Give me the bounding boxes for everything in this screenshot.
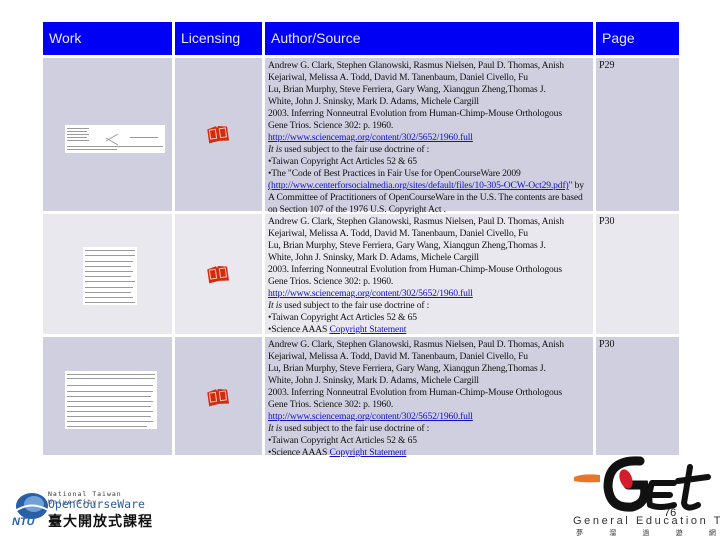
work-cell <box>43 337 172 455</box>
ntu-mark: NTU <box>12 516 35 528</box>
table-row: Andrew G. Clark, Stephen Glanowski, Rasm… <box>43 214 679 335</box>
table-thumbnail <box>83 247 137 305</box>
header-page: Page <box>596 22 679 55</box>
ntu-ocw-logo: NTU National Taiwan University OpenCours… <box>10 490 170 530</box>
slide-page-number: 76 <box>664 507 677 519</box>
table-row: Andrew G. Clark, Stephen Glanowski, Rasm… <box>43 337 679 458</box>
red-book-icon <box>207 125 230 144</box>
licensing-cell <box>175 58 262 211</box>
get-mark-icon <box>574 456 711 512</box>
source-link[interactable]: http://www.sciencemag.org/content/302/56… <box>268 411 473 422</box>
ocw-name: OpenCourseWare <box>48 497 145 511</box>
red-book-icon <box>207 388 230 407</box>
header-author-source: Author/Source <box>265 22 593 55</box>
citation-line: Gene Trios. Science 302: p. 1960. <box>268 399 394 410</box>
bullet-item: •Science AAAS Copyright Statement <box>268 447 407 458</box>
citation-line: White, John J. Sninsky, Mark D. Adams, M… <box>268 252 479 263</box>
get-english-name: General Education TW <box>573 515 720 527</box>
bullet-item: •Taiwan Copyright Act Articles 52 & 65 <box>268 312 417 323</box>
work-cell <box>43 214 172 334</box>
citation-line: Kejariwal, Melissa A. Todd, David M. Tan… <box>268 72 528 83</box>
bullet-item: •Taiwan Copyright Act Articles 52 & 65 <box>268 435 417 446</box>
work-cell <box>43 58 172 211</box>
table-header: Work Licensing Author/Source Page <box>43 22 679 55</box>
citation-line: 2003. Inferring Nonneutral Evolution fro… <box>268 387 562 398</box>
citation-line: White, John J. Sninsky, Mark D. Adams, M… <box>268 375 479 386</box>
licensing-cell <box>175 337 262 455</box>
ntu-chinese-name: 臺大開放式課程 <box>48 514 153 530</box>
author-source-cell: Andrew G. Clark, Stephen Glanowski, Rasm… <box>265 337 593 458</box>
citation-line: Lu, Brian Murphy, Steve Ferriera, Gary W… <box>268 363 546 374</box>
citation-line: Andrew G. Clark, Stephen Glanowski, Rasm… <box>268 216 564 227</box>
citation-line: Andrew G. Clark, Stephen Glanowski, Rasm… <box>268 339 564 350</box>
fair-use-statement: It is used subject to the fair use doctr… <box>268 144 430 155</box>
citation-line: Kejariwal, Melissa A. Todd, David M. Tan… <box>268 351 528 362</box>
fair-use-statement: It is used subject to the fair use doctr… <box>268 423 430 434</box>
citation-line: Andrew G. Clark, Stephen Glanowski, Rasm… <box>268 60 564 71</box>
get-chinese-name: 夢 溜 過 遊 網 <box>576 529 720 537</box>
header-licensing: Licensing <box>175 22 262 55</box>
citation-line: White, John J. Sninsky, Mark D. Adams, M… <box>268 96 479 107</box>
citation-line: Gene Trios. Science 302: p. 1960. <box>268 276 394 287</box>
fair-use-statement: It is used subject to the fair use doctr… <box>268 300 430 311</box>
table-thumbnail <box>65 371 157 429</box>
ocw-link[interactable]: (http://www.centerforsocialmedia.org/sit… <box>268 180 569 191</box>
citation-line: 2003. Inferring Nonneutral Evolution fro… <box>268 264 562 275</box>
citation-line: Lu, Brian Murphy, Steve Ferriera, Gary W… <box>268 240 546 251</box>
copyright-statement-link[interactable]: Copyright Statement <box>330 324 407 335</box>
bullet-item: •The "Code of Best Practices in Fair Use… <box>268 168 521 179</box>
page-cell: P30 <box>596 214 679 334</box>
page-cell: P30 <box>596 337 679 455</box>
source-link[interactable]: http://www.sciencemag.org/content/302/56… <box>268 288 473 299</box>
ocw-statement: (http://www.centerforsocialmedia.org/sit… <box>268 180 584 215</box>
page-number: P29 <box>599 60 615 71</box>
citation-line: Gene Trios. Science 302: p. 1960. <box>268 120 394 131</box>
red-book-icon <box>207 265 230 284</box>
citation-line: Kejariwal, Melissa A. Todd, David M. Tan… <box>268 228 528 239</box>
credits-table: Work Licensing Author/Source Page Andrew… <box>43 22 679 458</box>
licensing-cell <box>175 214 262 334</box>
table-row: Andrew G. Clark, Stephen Glanowski, Rasm… <box>43 58 679 215</box>
copyright-statement-link[interactable]: Copyright Statement <box>330 447 407 458</box>
source-link[interactable]: http://www.sciencemag.org/content/302/56… <box>268 132 473 143</box>
figure-thumbnail <box>65 125 165 153</box>
bullet-item: •Science AAAS Copyright Statement <box>268 324 407 335</box>
page-number: P30 <box>599 216 615 227</box>
page-cell: P29 <box>596 58 679 211</box>
author-source-cell: Andrew G. Clark, Stephen Glanowski, Rasm… <box>265 58 593 215</box>
page-number: P30 <box>599 339 615 350</box>
citation-line: 2003. Inferring Nonneutral Evolution fro… <box>268 108 562 119</box>
get-logo: General Education TW 夢 溜 過 遊 網 <box>570 455 720 540</box>
bullet-item: •Taiwan Copyright Act Articles 52 & 65 <box>268 156 417 167</box>
citation-line: Lu, Brian Murphy, Steve Ferriera, Gary W… <box>268 84 546 95</box>
header-work: Work <box>43 22 172 55</box>
author-source-cell: Andrew G. Clark, Stephen Glanowski, Rasm… <box>265 214 593 335</box>
